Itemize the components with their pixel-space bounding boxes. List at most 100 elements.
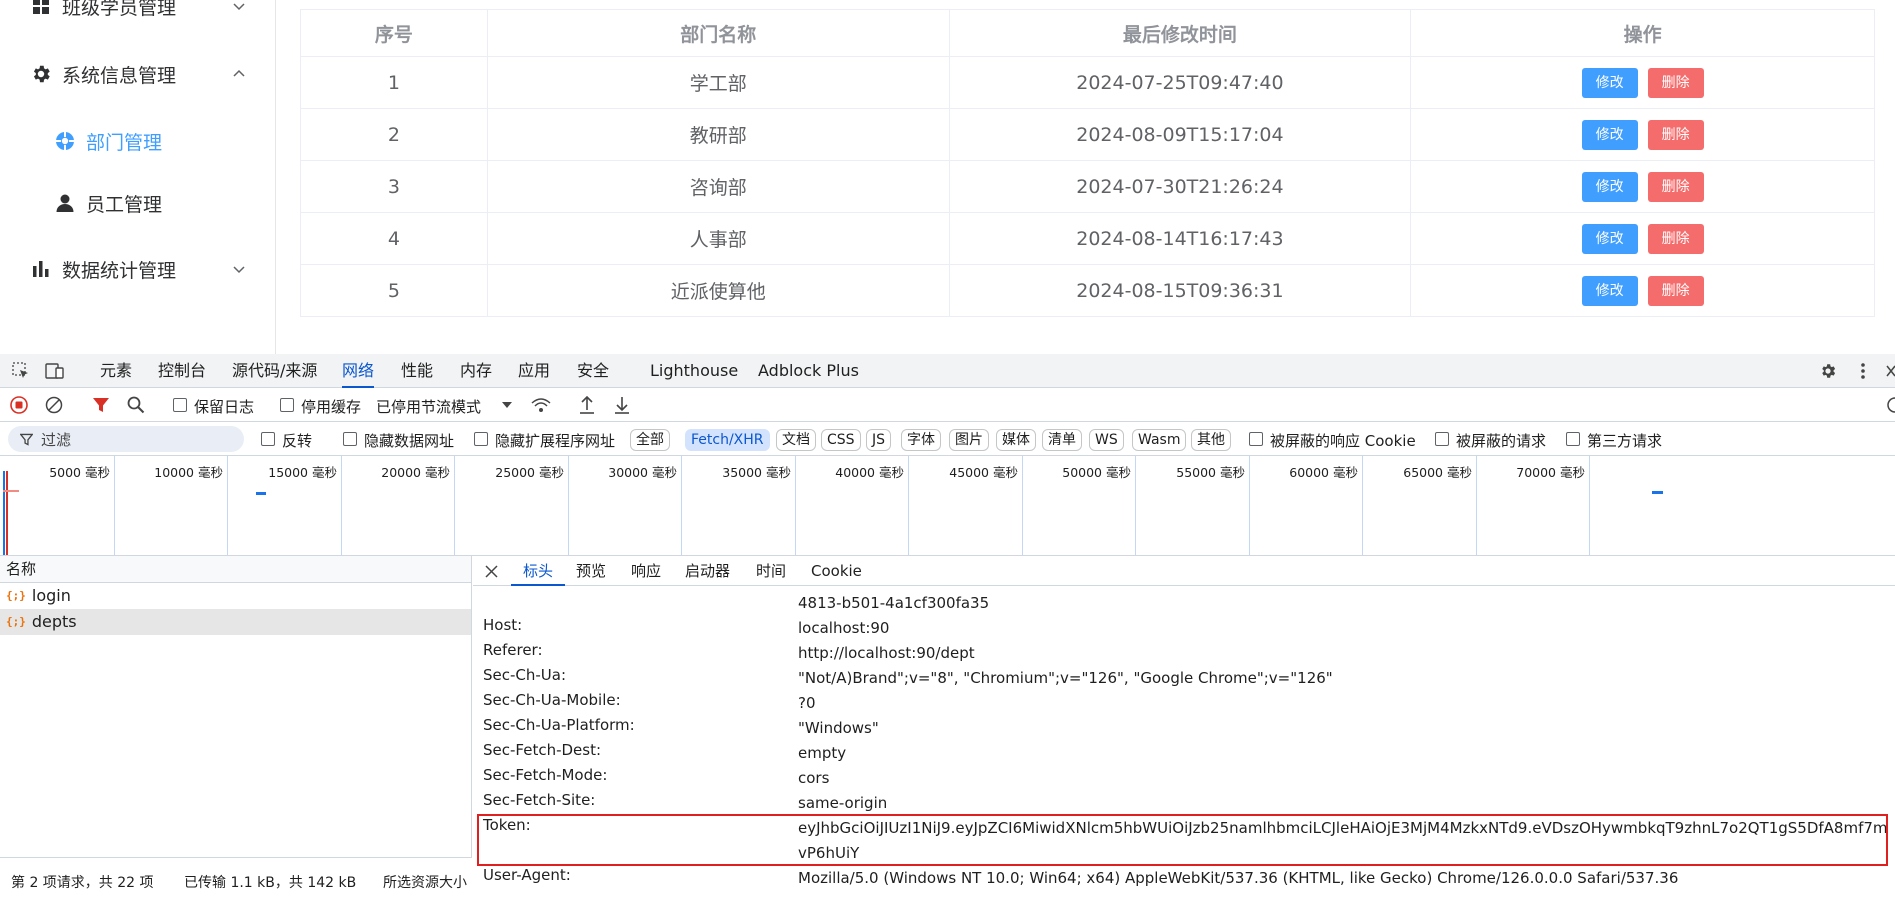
sidebar-item-system[interactable]: 系统信息管理 <box>0 46 276 102</box>
close-devtools-icon[interactable] <box>1886 364 1895 378</box>
tab-timing[interactable]: 时间 <box>756 556 786 586</box>
tab-memory[interactable]: 内存 <box>460 354 492 388</box>
delete-button[interactable]: 删除 <box>1647 223 1704 254</box>
transferred-size: 已传输 1.1 kB，共 142 kB <box>184 875 357 891</box>
delete-button[interactable]: 删除 <box>1647 67 1704 98</box>
hide-ext-urls-checkbox[interactable] <box>474 432 488 446</box>
type-filter-media[interactable]: 媒体 <box>996 429 1036 451</box>
type-filter-wasm[interactable]: Wasm <box>1132 429 1187 451</box>
device-toolbar-icon[interactable] <box>45 362 65 380</box>
edit-button[interactable]: 修改 <box>1581 171 1638 202</box>
sidebar-item-class[interactable]: 班级学员管理 <box>0 0 276 34</box>
tab-security[interactable]: 安全 <box>577 354 609 388</box>
blocked-requests-checkbox[interactable] <box>1435 432 1449 446</box>
sidebar-item-stats[interactable]: 数据统计管理 <box>0 241 276 297</box>
type-filter-ws[interactable]: WS <box>1089 429 1124 451</box>
request-row-login[interactable]: {;} login <box>0 583 471 609</box>
clear-icon[interactable] <box>45 396 63 414</box>
blocked-cookies-checkbox[interactable] <box>1249 432 1263 446</box>
type-filter-manifest[interactable]: 清单 <box>1042 429 1082 451</box>
filter-icon <box>20 433 33 446</box>
request-bar <box>256 492 266 495</box>
edit-button[interactable]: 修改 <box>1581 67 1638 98</box>
timeline-tick-label: 45000 毫秒 <box>949 465 1018 480</box>
table-row: 2 教研部 2024-08-09T15:17:04 修改 删除 <box>300 108 1875 161</box>
cell-name: 教研部 <box>486 108 950 161</box>
type-filter-img[interactable]: 图片 <box>949 429 989 451</box>
search-icon[interactable] <box>127 396 145 414</box>
more-menu-icon[interactable] <box>1858 362 1868 380</box>
settings-gear-icon[interactable] <box>1819 362 1837 380</box>
header-name: Sec-Fetch-Dest: <box>483 741 602 759</box>
timeline-tick-label: 20000 毫秒 <box>381 465 450 480</box>
edit-button[interactable]: 修改 <box>1581 275 1638 306</box>
inspect-element-icon[interactable] <box>12 362 30 380</box>
type-filter-js[interactable]: JS <box>866 429 892 451</box>
dropdown-triangle-icon[interactable] <box>501 401 513 409</box>
network-conditions-icon[interactable] <box>530 396 552 414</box>
throttling-select[interactable]: 已停用节流模式 <box>376 396 481 417</box>
header-name: Sec-Ch-Ua: <box>483 666 567 684</box>
type-filter-other[interactable]: 其他 <box>1191 429 1231 451</box>
edit-button[interactable]: 修改 <box>1581 223 1638 254</box>
invert-checkbox[interactable] <box>261 432 275 446</box>
app-area: 班级学员管理 系统信息管理 部门管理 员工管理 数据统计管理 序号 部门名称 最… <box>0 0 1895 354</box>
header-name: User-Agent: <box>483 866 571 884</box>
tab-performance[interactable]: 性能 <box>401 354 433 388</box>
tab-preview[interactable]: 预览 <box>576 556 606 586</box>
timeline-tick-label: 15000 毫秒 <box>268 465 337 480</box>
tab-response[interactable]: 响应 <box>631 556 661 586</box>
name-column-header[interactable]: 名称 <box>0 556 471 583</box>
disable-cache-checkbox[interactable] <box>280 398 294 412</box>
tab-cookies[interactable]: Cookie <box>811 556 862 586</box>
tab-elements[interactable]: 元素 <box>100 354 132 388</box>
resources-size: 所选资源大小 <box>383 875 467 891</box>
tab-adblock[interactable]: Adblock Plus <box>758 354 859 388</box>
tab-initiator[interactable]: 启动器 <box>685 556 730 586</box>
preserve-log-checkbox[interactable] <box>173 398 187 412</box>
sidebar-item-dept[interactable]: 部门管理 <box>0 113 276 169</box>
tab-console[interactable]: 控制台 <box>158 354 206 388</box>
type-filter-all[interactable]: 全部 <box>630 429 670 451</box>
network-settings-icon[interactable] <box>1884 396 1895 414</box>
cell-time: 2024-08-09T15:17:04 <box>948 108 1412 161</box>
third-party-checkbox[interactable] <box>1566 432 1580 446</box>
header-value: empty <box>798 744 847 762</box>
header-name: Sec-Ch-Ua-Mobile: <box>483 691 621 709</box>
tab-lighthouse[interactable]: Lighthouse <box>650 354 738 388</box>
type-filter-font[interactable]: 字体 <box>901 429 941 451</box>
tab-network[interactable]: 网络 <box>342 354 375 388</box>
table-row: 3 咨询部 2024-07-30T21:26:24 修改 删除 <box>300 160 1875 213</box>
dom-content-loaded-marker <box>3 471 5 555</box>
type-filter-fetch-xhr[interactable]: Fetch/XHR <box>685 429 770 451</box>
network-overview-timeline[interactable]: 5000 毫秒 10000 毫秒 15000 毫秒 20000 毫秒 25000 毫秒 3… <box>0 456 1895 556</box>
type-filter-doc[interactable]: 文档 <box>776 429 816 451</box>
request-bar <box>3 490 19 492</box>
delete-button[interactable]: 删除 <box>1647 119 1704 150</box>
request-list: 名称 {;} login {;} depts <box>0 556 472 857</box>
delete-button[interactable]: 删除 <box>1647 275 1704 306</box>
table-row: 5 近派使算他 2024-08-15T09:36:31 修改 删除 <box>300 264 1875 317</box>
sidebar-item-employee[interactable]: 员工管理 <box>0 175 276 231</box>
filter-input[interactable]: 过滤 <box>8 426 244 452</box>
edit-button[interactable]: 修改 <box>1581 119 1638 150</box>
hide-ext-urls-label: 隐藏扩展程序网址 <box>495 432 616 450</box>
request-row-depts[interactable]: {;} depts <box>0 609 471 635</box>
stop-recording-icon[interactable] <box>10 396 28 414</box>
tab-application[interactable]: 应用 <box>518 354 550 388</box>
tab-headers[interactable]: 标头 <box>511 556 566 586</box>
close-detail-icon[interactable] <box>485 565 498 578</box>
hide-data-urls-checkbox[interactable] <box>343 432 357 446</box>
type-filter-css[interactable]: CSS <box>821 429 861 451</box>
chevron-down-icon <box>233 3 245 11</box>
network-statusbar: 第 2 项请求，共 22 项 已传输 1.1 kB，共 142 kB 所选资源大… <box>0 857 472 901</box>
cell-no: 2 <box>300 108 488 161</box>
export-har-icon[interactable] <box>613 395 631 415</box>
timeline-gridline <box>1589 456 1590 555</box>
import-har-icon[interactable] <box>578 395 596 415</box>
tab-sources[interactable]: 源代码/来源 <box>232 354 317 388</box>
filter-funnel-icon[interactable] <box>92 396 110 414</box>
header-value: same-origin <box>798 794 888 812</box>
delete-button[interactable]: 删除 <box>1647 171 1704 202</box>
bar-chart-icon <box>30 258 52 280</box>
